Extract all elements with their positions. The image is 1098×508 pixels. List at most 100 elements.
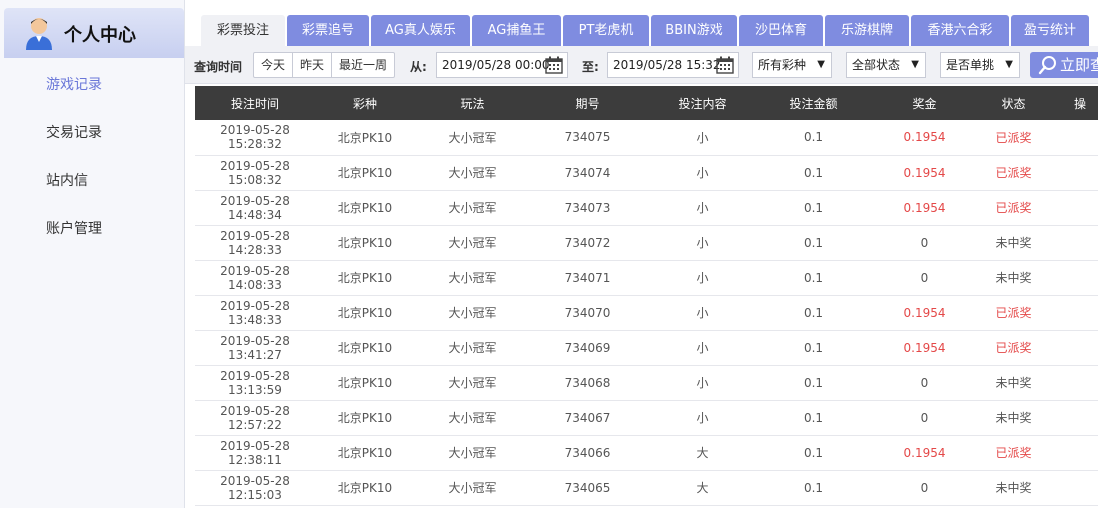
prize-cell: 0 bbox=[920, 410, 929, 425]
play-cell: 大小冠军 bbox=[448, 130, 497, 145]
tab-ag-live[interactable]: AG真人娱乐 bbox=[371, 15, 470, 46]
tab-lottery-bets[interactable]: 彩票投注 bbox=[201, 15, 285, 46]
play-cell: 大小冠军 bbox=[448, 201, 497, 215]
table-row[interactable]: 2019-05-28 12:15:03 北京PK10 大小冠军 734065 大 0.1 0… bbox=[195, 470, 1098, 505]
bet-time-cell: 2019-05-28 13:41:27 bbox=[220, 333, 290, 362]
bet-time-cell: 2019-05-28 12:57:22 bbox=[220, 403, 290, 432]
content-cell: 大 bbox=[696, 446, 709, 460]
table-row[interactable]: 2019-05-28 13:41:27 北京PK10 大小冠军 734069 小 0.1 0… bbox=[195, 330, 1098, 365]
lottery-type-select[interactable]: 所有彩种 ▼ bbox=[752, 52, 832, 78]
content-cell: 小 bbox=[696, 271, 709, 285]
status-cell: 已派奖 bbox=[995, 201, 1032, 215]
table-row[interactable]: 2019-05-28 14:28:33 北京PK10 大小冠军 734072 小 0.1 0… bbox=[195, 225, 1098, 260]
status-cell: 未中奖 bbox=[995, 271, 1032, 285]
action-cell bbox=[1045, 295, 1098, 330]
tab-bar: 彩票投注 彩票追号 AG真人娱乐 AG捕鱼王 PT老虎机 BBIN游戏 沙巴体育… bbox=[185, 0, 1098, 46]
sidebar: 个人中心 游戏记录 交易记录 站内信 账户管理 bbox=[0, 0, 185, 508]
prize-cell: 0.1954 bbox=[903, 200, 946, 215]
header-bet-time: 投注时间 bbox=[230, 96, 279, 111]
table-row[interactable]: 2019-05-28 14:08:33 北京PK10 大小冠军 734071 小 0.1 0… bbox=[195, 260, 1098, 295]
chevron-down-icon: ▼ bbox=[1005, 59, 1013, 70]
status-cell: 未中奖 bbox=[995, 481, 1032, 495]
filter-bar: 查询时间 今天 昨天 最近一周 从: 2019/05/28 00:00 至: 2… bbox=[185, 46, 1098, 84]
tab-hk-mark-six[interactable]: 香港六合彩 bbox=[911, 15, 1009, 46]
table-row[interactable]: 2019-05-28 12:57:22 北京PK10 大小冠军 734067 小 0.1 0… bbox=[195, 400, 1098, 435]
status-value: 全部状态 bbox=[852, 58, 901, 72]
play-cell: 大小冠军 bbox=[448, 271, 497, 285]
amount-cell: 0.1 bbox=[803, 130, 824, 145]
issue-cell: 734069 bbox=[564, 340, 611, 355]
lottery-cell: 北京PK10 bbox=[337, 271, 393, 285]
single-bet-select[interactable]: 是否单挑 ▼ bbox=[940, 52, 1020, 78]
amount-cell: 0.1 bbox=[803, 410, 824, 425]
bet-time-cell: 2019-05-28 13:13:59 bbox=[220, 368, 290, 397]
prize-cell: 0.1954 bbox=[903, 445, 946, 460]
tab-bbin-games[interactable]: BBIN游戏 bbox=[651, 15, 737, 46]
sidebar-item-transaction-records[interactable]: 交易记录 bbox=[46, 122, 102, 142]
content-cell: 小 bbox=[696, 376, 709, 390]
play-cell: 大小冠军 bbox=[448, 481, 497, 495]
tab-lottery-chase[interactable]: 彩票追号 bbox=[287, 15, 369, 46]
from-label: 从: bbox=[410, 60, 427, 74]
tab-pt-slots[interactable]: PT老虎机 bbox=[563, 15, 649, 46]
single-bet-value: 是否单挑 bbox=[946, 58, 995, 72]
sidebar-item-account-management[interactable]: 账户管理 bbox=[46, 218, 102, 238]
bet-time-cell: 2019-05-28 15:08:32 bbox=[220, 158, 290, 187]
content-cell: 小 bbox=[696, 236, 709, 250]
lottery-cell: 北京PK10 bbox=[337, 446, 393, 460]
tab-ag-fishing[interactable]: AG捕鱼王 bbox=[472, 15, 561, 46]
yesterday-button[interactable]: 昨天 bbox=[293, 53, 333, 77]
search-button-label: 立即查 bbox=[1060, 56, 1098, 74]
prize-cell: 0 bbox=[920, 270, 929, 285]
search-button[interactable]: 立即查 bbox=[1030, 52, 1098, 78]
to-date-value: 2019/05/28 15:32 bbox=[613, 58, 721, 72]
to-date-input[interactable]: 2019/05/28 15:32 bbox=[607, 52, 739, 78]
action-cell bbox=[1045, 470, 1098, 505]
lottery-type-value: 所有彩种 bbox=[758, 58, 807, 72]
tab-profit-stats[interactable]: 盈亏统计 bbox=[1011, 15, 1089, 46]
table-row[interactable]: 2019-05-28 13:13:59 北京PK10 大小冠军 734068 小 0.1 0… bbox=[195, 365, 1098, 400]
status-cell: 未中奖 bbox=[995, 411, 1032, 425]
table-body: 2019-05-28 15:28:32 北京PK10 大小冠军 734075 小 0.1 0… bbox=[195, 120, 1098, 505]
table-row[interactable]: 2019-05-28 15:08:32 北京PK10 大小冠军 734074 小 0.1 0… bbox=[195, 155, 1098, 190]
content-cell: 小 bbox=[696, 201, 709, 215]
issue-cell: 734071 bbox=[564, 270, 611, 285]
table-row[interactable]: 2019-05-28 13:48:33 北京PK10 大小冠军 734070 小 0.1 0… bbox=[195, 295, 1098, 330]
chevron-down-icon: ▼ bbox=[911, 59, 919, 70]
prize-cell: 0.1954 bbox=[903, 165, 946, 180]
amount-cell: 0.1 bbox=[803, 340, 824, 355]
sidebar-item-messages[interactable]: 站内信 bbox=[46, 170, 88, 190]
last-week-button[interactable]: 最近一周 bbox=[332, 53, 394, 77]
status-cell: 已派奖 bbox=[995, 166, 1032, 180]
lottery-cell: 北京PK10 bbox=[337, 306, 393, 320]
from-date-input[interactable]: 2019/05/28 00:00 bbox=[436, 52, 568, 78]
amount-cell: 0.1 bbox=[803, 270, 824, 285]
calendar-icon[interactable] bbox=[545, 56, 563, 74]
bet-time-cell: 2019-05-28 14:08:33 bbox=[220, 263, 290, 292]
content-cell: 小 bbox=[696, 411, 709, 425]
search-icon bbox=[1038, 56, 1056, 75]
content-cell: 小 bbox=[696, 166, 709, 180]
tab-saba-sports[interactable]: 沙巴体育 bbox=[739, 15, 823, 46]
table-header-row: 投注时间 彩种 玩法 期号 投注内容 投注金额 奖金 状态 操 bbox=[195, 86, 1098, 120]
table-row[interactable]: 2019-05-28 15:28:32 北京PK10 大小冠军 734075 小 0.1 0… bbox=[195, 120, 1098, 155]
status-cell: 未中奖 bbox=[995, 376, 1032, 390]
table-row[interactable]: 2019-05-28 14:48:34 北京PK10 大小冠军 734073 小 0.1 0… bbox=[195, 190, 1098, 225]
table-row[interactable]: 2019-05-28 12:38:11 北京PK10 大小冠军 734066 大 0.1 0… bbox=[195, 435, 1098, 470]
prize-cell: 0 bbox=[920, 235, 929, 250]
action-cell bbox=[1045, 330, 1098, 365]
calendar-icon[interactable] bbox=[716, 56, 734, 74]
bet-time-cell: 2019-05-28 15:28:32 bbox=[220, 123, 290, 152]
lottery-cell: 北京PK10 bbox=[337, 130, 393, 145]
action-cell bbox=[1045, 120, 1098, 155]
lottery-cell: 北京PK10 bbox=[337, 201, 393, 215]
tab-leyou-chess[interactable]: 乐游棋牌 bbox=[825, 15, 909, 46]
amount-cell: 0.1 bbox=[803, 305, 824, 320]
sidebar-item-game-records[interactable]: 游戏记录 bbox=[46, 74, 102, 94]
today-button[interactable]: 今天 bbox=[254, 53, 294, 77]
status-select[interactable]: 全部状态 ▼ bbox=[846, 52, 926, 78]
action-cell bbox=[1045, 260, 1098, 295]
issue-cell: 734067 bbox=[564, 410, 611, 425]
status-cell: 已派奖 bbox=[995, 341, 1032, 355]
issue-cell: 734070 bbox=[564, 305, 611, 320]
